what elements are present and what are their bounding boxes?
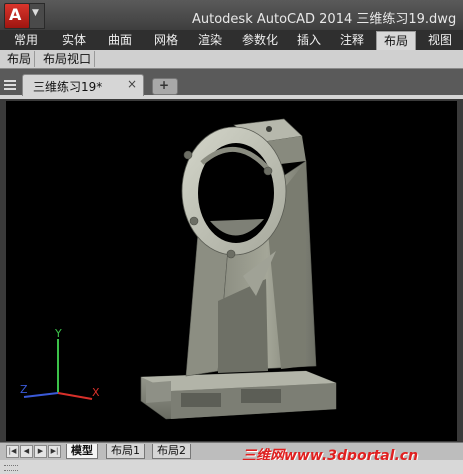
panel-layout-viewports[interactable]: 布局视口 <box>40 51 96 67</box>
close-icon[interactable]: × <box>127 77 137 91</box>
tab-render[interactable]: 渲染 <box>192 31 228 49</box>
tab-home[interactable]: 常用 <box>8 31 44 49</box>
last-layout-icon[interactable]: ▶| <box>48 445 61 458</box>
drawing-viewport[interactable]: Y X Z <box>6 101 457 441</box>
prev-layout-icon[interactable]: ◀ <box>20 445 33 458</box>
window-title: Autodesk AutoCAD 2014 三维练习19.dwg <box>192 12 457 27</box>
tab-layout2[interactable]: 布局2 <box>152 444 191 459</box>
application-menu-button[interactable]: A <box>4 3 30 29</box>
tab-mesh[interactable]: 网格 <box>148 31 184 49</box>
ucs-z-label: Z <box>20 383 28 396</box>
application-menu-dropdown[interactable]: ▼ <box>29 3 45 29</box>
tab-parametric[interactable]: 参数化 <box>236 31 284 49</box>
status-strip <box>0 460 463 474</box>
autocad-logo-icon: A <box>9 5 22 24</box>
panel-layout[interactable]: 布局 <box>4 51 36 67</box>
file-tab-active[interactable]: 三维练习19* × <box>22 74 144 96</box>
tab-surface[interactable]: 曲面 <box>102 31 138 49</box>
ucs-x-label: X <box>92 386 100 399</box>
tab-insert[interactable]: 插入 <box>292 31 326 49</box>
new-tab-button[interactable]: + <box>152 78 178 95</box>
model-render: Y X Z <box>20 118 337 420</box>
title-bar: A ▼ Autodesk AutoCAD 2014 三维练习19.dwg <box>0 0 463 30</box>
file-tabs-menu-icon[interactable] <box>4 78 16 90</box>
resize-grip-icon[interactable] <box>4 465 18 471</box>
plus-icon: + <box>159 78 170 92</box>
ucs-y-label: Y <box>54 327 62 340</box>
tab-solid[interactable]: 实体 <box>56 31 92 49</box>
file-tab-label: 三维练习19* <box>33 80 103 94</box>
ribbon-panel-bar: 布局 布局视口 <box>0 50 463 69</box>
next-layout-icon[interactable]: ▶ <box>34 445 47 458</box>
tab-annotate[interactable]: 注释 <box>334 31 370 49</box>
tab-view[interactable]: 视图 <box>422 31 458 49</box>
chevron-down-icon: ▼ <box>32 8 39 18</box>
tab-layout[interactable]: 布局 <box>376 31 416 50</box>
tab-layout1[interactable]: 布局1 <box>106 444 145 459</box>
ucs-axis-icon: Y X Z <box>20 327 100 400</box>
ribbon-tab-bar: 常用 实体 曲面 网格 渲染 参数化 插入 注释 布局 视图 <box>0 30 463 51</box>
model-base <box>140 370 337 420</box>
first-layout-icon[interactable]: |◀ <box>6 445 19 458</box>
tab-model[interactable]: 模型 <box>66 444 98 459</box>
